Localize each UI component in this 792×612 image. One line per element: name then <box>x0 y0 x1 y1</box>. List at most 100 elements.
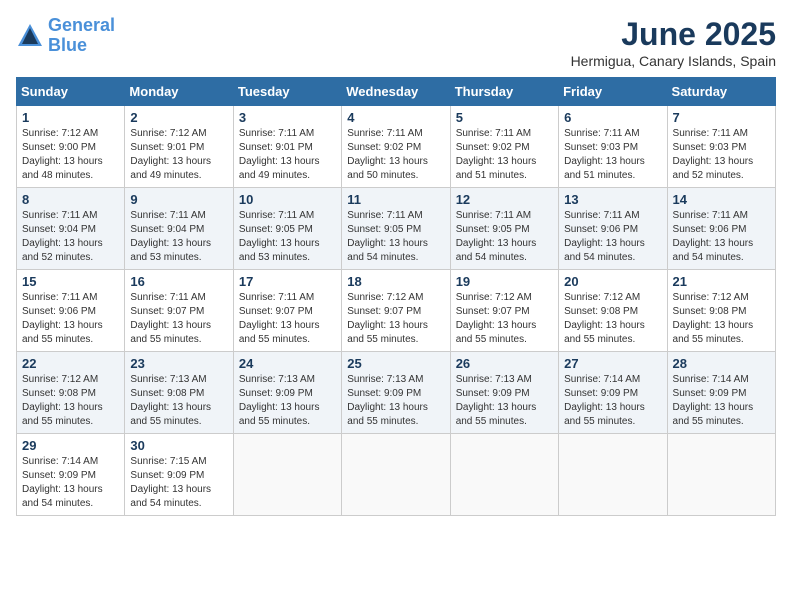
header-cell-thursday: Thursday <box>450 78 558 106</box>
day-info: Sunrise: 7:13 AM Sunset: 9:09 PM Dayligh… <box>239 373 336 429</box>
day-info: Sunrise: 7:12 AM Sunset: 9:07 PM Dayligh… <box>347 291 444 347</box>
day-info: Sunrise: 7:15 AM Sunset: 9:09 PM Dayligh… <box>130 455 227 511</box>
day-cell: 9 Sunrise: 7:11 AM Sunset: 9:04 PM Dayli… <box>125 188 233 270</box>
day-number: 18 <box>347 274 444 289</box>
day-cell: 24 Sunrise: 7:13 AM Sunset: 9:09 PM Dayl… <box>233 352 341 434</box>
day-number: 26 <box>456 356 553 371</box>
day-cell: 2 Sunrise: 7:12 AM Sunset: 9:01 PM Dayli… <box>125 106 233 188</box>
day-cell: 15 Sunrise: 7:11 AM Sunset: 9:06 PM Dayl… <box>17 270 125 352</box>
header-cell-monday: Monday <box>125 78 233 106</box>
day-info: Sunrise: 7:11 AM Sunset: 9:07 PM Dayligh… <box>130 291 227 347</box>
day-info: Sunrise: 7:12 AM Sunset: 9:07 PM Dayligh… <box>456 291 553 347</box>
day-info: Sunrise: 7:11 AM Sunset: 9:03 PM Dayligh… <box>564 127 661 183</box>
logo: General Blue <box>16 16 115 56</box>
calendar-subtitle: Hermigua, Canary Islands, Spain <box>571 53 776 69</box>
day-cell: 19 Sunrise: 7:12 AM Sunset: 9:07 PM Dayl… <box>450 270 558 352</box>
day-info: Sunrise: 7:13 AM Sunset: 9:09 PM Dayligh… <box>347 373 444 429</box>
day-number: 20 <box>564 274 661 289</box>
day-info: Sunrise: 7:13 AM Sunset: 9:08 PM Dayligh… <box>130 373 227 429</box>
day-cell <box>342 434 450 516</box>
day-info: Sunrise: 7:11 AM Sunset: 9:06 PM Dayligh… <box>673 209 770 265</box>
day-number: 24 <box>239 356 336 371</box>
day-cell: 28 Sunrise: 7:14 AM Sunset: 9:09 PM Dayl… <box>667 352 775 434</box>
logo-text: General Blue <box>48 16 115 56</box>
day-number: 7 <box>673 110 770 125</box>
day-number: 11 <box>347 192 444 207</box>
day-cell: 3 Sunrise: 7:11 AM Sunset: 9:01 PM Dayli… <box>233 106 341 188</box>
day-cell: 26 Sunrise: 7:13 AM Sunset: 9:09 PM Dayl… <box>450 352 558 434</box>
day-cell: 18 Sunrise: 7:12 AM Sunset: 9:07 PM Dayl… <box>342 270 450 352</box>
title-area: June 2025 Hermigua, Canary Islands, Spai… <box>571 16 776 69</box>
week-row-3: 15 Sunrise: 7:11 AM Sunset: 9:06 PM Dayl… <box>17 270 776 352</box>
day-info: Sunrise: 7:14 AM Sunset: 9:09 PM Dayligh… <box>673 373 770 429</box>
day-number: 27 <box>564 356 661 371</box>
day-number: 10 <box>239 192 336 207</box>
header-cell-saturday: Saturday <box>667 78 775 106</box>
day-info: Sunrise: 7:11 AM Sunset: 9:05 PM Dayligh… <box>456 209 553 265</box>
header-cell-friday: Friday <box>559 78 667 106</box>
day-cell: 11 Sunrise: 7:11 AM Sunset: 9:05 PM Dayl… <box>342 188 450 270</box>
day-number: 21 <box>673 274 770 289</box>
day-info: Sunrise: 7:11 AM Sunset: 9:03 PM Dayligh… <box>673 127 770 183</box>
header-cell-sunday: Sunday <box>17 78 125 106</box>
day-number: 4 <box>347 110 444 125</box>
day-cell: 23 Sunrise: 7:13 AM Sunset: 9:08 PM Dayl… <box>125 352 233 434</box>
day-number: 23 <box>130 356 227 371</box>
day-info: Sunrise: 7:11 AM Sunset: 9:05 PM Dayligh… <box>239 209 336 265</box>
day-cell: 8 Sunrise: 7:11 AM Sunset: 9:04 PM Dayli… <box>17 188 125 270</box>
day-info: Sunrise: 7:11 AM Sunset: 9:06 PM Dayligh… <box>22 291 119 347</box>
day-info: Sunrise: 7:14 AM Sunset: 9:09 PM Dayligh… <box>564 373 661 429</box>
day-number: 1 <box>22 110 119 125</box>
week-row-1: 1 Sunrise: 7:12 AM Sunset: 9:00 PM Dayli… <box>17 106 776 188</box>
day-cell: 20 Sunrise: 7:12 AM Sunset: 9:08 PM Dayl… <box>559 270 667 352</box>
day-number: 28 <box>673 356 770 371</box>
day-number: 3 <box>239 110 336 125</box>
header: General Blue June 2025 Hermigua, Canary … <box>16 16 776 69</box>
week-row-2: 8 Sunrise: 7:11 AM Sunset: 9:04 PM Dayli… <box>17 188 776 270</box>
day-number: 14 <box>673 192 770 207</box>
day-number: 22 <box>22 356 119 371</box>
day-number: 2 <box>130 110 227 125</box>
day-info: Sunrise: 7:11 AM Sunset: 9:07 PM Dayligh… <box>239 291 336 347</box>
logo-icon <box>16 22 44 50</box>
day-cell: 17 Sunrise: 7:11 AM Sunset: 9:07 PM Dayl… <box>233 270 341 352</box>
calendar-title: June 2025 <box>571 16 776 53</box>
day-cell: 1 Sunrise: 7:12 AM Sunset: 9:00 PM Dayli… <box>17 106 125 188</box>
day-number: 17 <box>239 274 336 289</box>
day-number: 16 <box>130 274 227 289</box>
day-cell: 21 Sunrise: 7:12 AM Sunset: 9:08 PM Dayl… <box>667 270 775 352</box>
day-info: Sunrise: 7:12 AM Sunset: 9:08 PM Dayligh… <box>22 373 119 429</box>
day-info: Sunrise: 7:13 AM Sunset: 9:09 PM Dayligh… <box>456 373 553 429</box>
day-info: Sunrise: 7:12 AM Sunset: 9:01 PM Dayligh… <box>130 127 227 183</box>
day-info: Sunrise: 7:11 AM Sunset: 9:04 PM Dayligh… <box>22 209 119 265</box>
day-number: 29 <box>22 438 119 453</box>
day-cell <box>667 434 775 516</box>
day-cell: 22 Sunrise: 7:12 AM Sunset: 9:08 PM Dayl… <box>17 352 125 434</box>
day-cell <box>559 434 667 516</box>
day-cell: 30 Sunrise: 7:15 AM Sunset: 9:09 PM Dayl… <box>125 434 233 516</box>
day-number: 19 <box>456 274 553 289</box>
day-info: Sunrise: 7:11 AM Sunset: 9:04 PM Dayligh… <box>130 209 227 265</box>
day-cell: 29 Sunrise: 7:14 AM Sunset: 9:09 PM Dayl… <box>17 434 125 516</box>
week-row-5: 29 Sunrise: 7:14 AM Sunset: 9:09 PM Dayl… <box>17 434 776 516</box>
day-number: 5 <box>456 110 553 125</box>
day-info: Sunrise: 7:11 AM Sunset: 9:05 PM Dayligh… <box>347 209 444 265</box>
day-number: 30 <box>130 438 227 453</box>
day-cell: 4 Sunrise: 7:11 AM Sunset: 9:02 PM Dayli… <box>342 106 450 188</box>
day-number: 9 <box>130 192 227 207</box>
day-cell: 14 Sunrise: 7:11 AM Sunset: 9:06 PM Dayl… <box>667 188 775 270</box>
day-info: Sunrise: 7:12 AM Sunset: 9:08 PM Dayligh… <box>673 291 770 347</box>
day-cell: 13 Sunrise: 7:11 AM Sunset: 9:06 PM Dayl… <box>559 188 667 270</box>
day-info: Sunrise: 7:11 AM Sunset: 9:02 PM Dayligh… <box>456 127 553 183</box>
day-cell: 5 Sunrise: 7:11 AM Sunset: 9:02 PM Dayli… <box>450 106 558 188</box>
day-cell: 27 Sunrise: 7:14 AM Sunset: 9:09 PM Dayl… <box>559 352 667 434</box>
day-info: Sunrise: 7:11 AM Sunset: 9:06 PM Dayligh… <box>564 209 661 265</box>
day-info: Sunrise: 7:11 AM Sunset: 9:01 PM Dayligh… <box>239 127 336 183</box>
header-cell-wednesday: Wednesday <box>342 78 450 106</box>
day-cell: 10 Sunrise: 7:11 AM Sunset: 9:05 PM Dayl… <box>233 188 341 270</box>
week-row-4: 22 Sunrise: 7:12 AM Sunset: 9:08 PM Dayl… <box>17 352 776 434</box>
day-cell <box>450 434 558 516</box>
day-number: 25 <box>347 356 444 371</box>
day-number: 13 <box>564 192 661 207</box>
header-row: SundayMondayTuesdayWednesdayThursdayFrid… <box>17 78 776 106</box>
